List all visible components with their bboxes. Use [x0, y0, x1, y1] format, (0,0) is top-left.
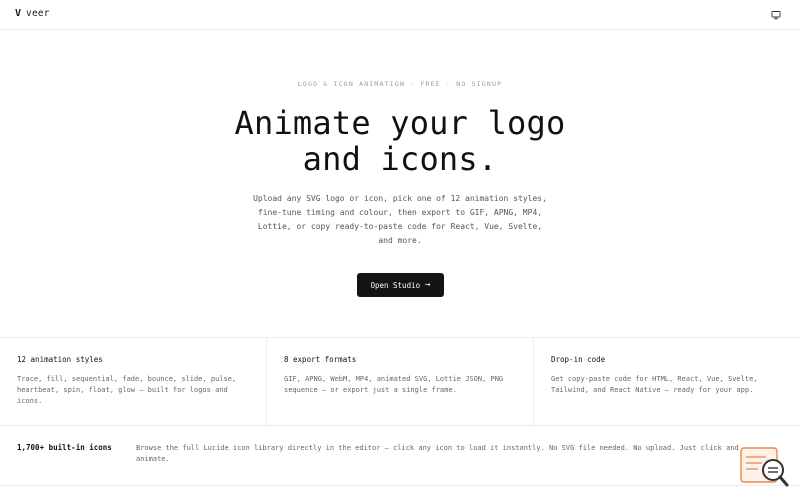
built-in-icons-title: 1,700+ built-in icons [17, 443, 112, 452]
feature-grid: 12 animation styles Trace, fill, sequent… [0, 337, 800, 426]
open-studio-button[interactable]: Open Studio → [357, 273, 444, 297]
feature-card-export-formats: 8 export formats GIF, APNG, WebM, MP4, a… [267, 338, 534, 425]
feature-card-animation-styles: 12 animation styles Trace, fill, sequent… [0, 338, 267, 425]
open-studio-label: Open Studio [370, 280, 421, 290]
feature-card-drop-in-code: Drop-in code Get copy-paste code for HTM… [534, 338, 800, 425]
hero-eyebrow: LOGO & ICON ANIMATION · FREE · NO SIGNUP [297, 80, 503, 88]
display-mode-button[interactable] [769, 8, 783, 22]
hero-headline: Animate your logo and icons. [0, 105, 800, 177]
headline-line-2: and icons. [302, 140, 498, 178]
arrow-right-icon: → [425, 279, 431, 290]
built-in-icons-description: Browse the full Lucide icon library dire… [136, 444, 739, 463]
top-bar: V veer [0, 0, 800, 30]
monitor-icon [771, 11, 781, 20]
search-helper-icon [740, 447, 789, 487]
feature-description: GIF, APNG, WebM, MP4, animated SVG, Lott… [284, 375, 504, 394]
built-in-icons-row: 1,700+ built-in icons Browse the full Lu… [0, 426, 800, 486]
feature-title: 12 animation styles [17, 355, 103, 364]
feature-title: 8 export formats [284, 355, 357, 364]
headline-line-1: Animate your logo [234, 104, 566, 142]
brand-logo[interactable]: V veer [15, 8, 50, 20]
hero-subcopy: Upload any SVG logo or icon, pick one of… [253, 194, 547, 245]
feature-description: Get copy-paste code for HTML, React, Vue… [551, 375, 758, 394]
brand-name: veer [26, 8, 50, 19]
feature-description: Trace, fill, sequential, fade, bounce, s… [17, 375, 237, 405]
feature-title: Drop-in code [551, 355, 606, 364]
brand-mark-icon: V [15, 8, 22, 19]
search-helper-badge[interactable] [740, 446, 790, 488]
